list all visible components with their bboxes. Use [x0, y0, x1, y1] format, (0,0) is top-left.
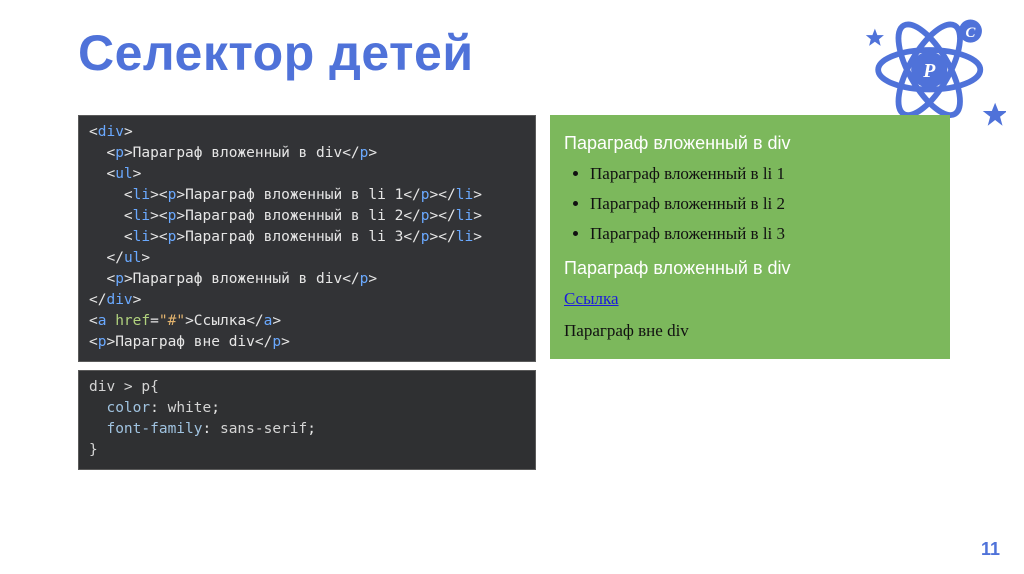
preview-paragraph-div: Параграф вложенный в div [564, 258, 936, 279]
list-item: Параграф вложенный в li 1 [590, 164, 936, 184]
preview-panel: Параграф вложенный в div Параграф вложен… [550, 115, 950, 359]
preview-paragraph-div: Параграф вложенный в div [564, 133, 936, 154]
svg-text:P: P [922, 60, 936, 82]
content-area: <div> <p>Параграф вложенный в div</p> <u… [78, 115, 950, 478]
preview-paragraph-outer: Параграф вне div [564, 321, 936, 341]
preview-column: Параграф вложенный в div Параграф вложен… [550, 115, 950, 478]
slide-title: Селектор детей [78, 24, 474, 82]
code-column: <div> <p>Параграф вложенный в div</p> <u… [78, 115, 536, 478]
list-item: Параграф вложенный в li 2 [590, 194, 936, 214]
preview-list: Параграф вложенный в li 1 Параграф вложе… [590, 164, 936, 244]
html-code-block: <div> <p>Параграф вложенный в div</p> <u… [78, 115, 536, 362]
page-number: 11 [981, 539, 1000, 560]
css-code-block: div > p{ color: white; font-family: sans… [78, 370, 536, 470]
svg-text:C: C [965, 25, 976, 41]
list-item: Параграф вложенный в li 3 [590, 224, 936, 244]
preview-link[interactable]: Ссылка [564, 289, 936, 309]
